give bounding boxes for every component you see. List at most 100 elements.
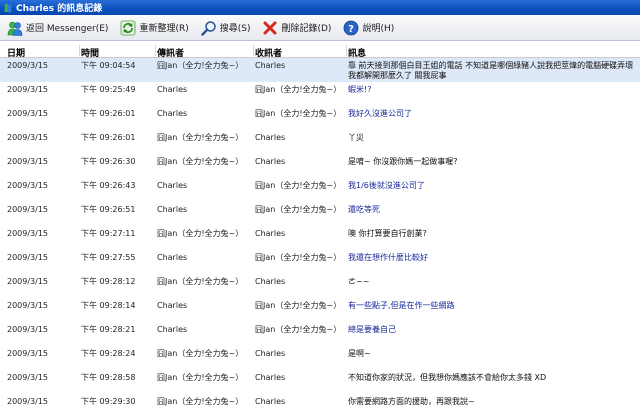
table-row[interactable]: 2009/3/15 下午 09:29:30 囧Jan（全力!全力兔~） Charles… — [0, 394, 640, 415]
cell-time: 下午 09:26:51 — [81, 205, 136, 214]
cell-date: 2009/3/15 — [7, 253, 49, 262]
delete-history-label: 刪除記錄(D) — [281, 24, 332, 34]
refresh-button[interactable]: 重新整理(R) — [117, 17, 191, 39]
cell-message: 我還在想作什麼比較好 — [348, 253, 428, 262]
back-to-messenger-button[interactable]: 返回 Messenger(E) — [4, 17, 111, 39]
cell-date: 2009/3/15 — [7, 397, 49, 406]
cell-date: 2009/3/15 — [7, 301, 49, 310]
cell-message: 是唷~ 你沒跟你媽一起做事喔? — [348, 157, 458, 166]
column-divider[interactable] — [346, 45, 347, 56]
cell-message: 有一些點子,但是在作一些網路 — [348, 301, 455, 310]
message-list[interactable]: 2009/3/15 下午 09:04:54 囧Jan（全力!全力兔~） Charles… — [0, 58, 640, 415]
cell-message: 是啊~ — [348, 349, 371, 358]
delete-history-button[interactable]: 刪除記錄(D) — [259, 17, 334, 39]
search-label: 搜尋(S) — [219, 24, 251, 34]
cell-date: 2009/3/15 — [7, 109, 49, 118]
cell-date: 2009/3/15 — [7, 229, 49, 238]
column-divider[interactable] — [253, 45, 254, 56]
magnifier-icon — [201, 20, 216, 36]
column-divider[interactable] — [79, 45, 80, 56]
cell-recipient: 囧Jan（全力!全力兔~） — [255, 253, 342, 262]
cell-recipient: Charles — [255, 229, 286, 238]
table-row[interactable]: 2009/3/15 下午 09:26:01 Charles 囧Jan（全力!全力兔~）… — [0, 106, 640, 130]
cell-date: 2009/3/15 — [7, 61, 49, 70]
cell-time: 下午 09:28:58 — [81, 373, 136, 382]
cell-message: 總是要養自己 — [348, 325, 396, 334]
cell-message: 你需要網路方面的援助，再跟我說~ — [348, 397, 475, 406]
app-icon — [4, 3, 12, 12]
cell-sender: Charles — [157, 253, 188, 262]
cell-time: 下午 09:28:24 — [81, 349, 136, 358]
cell-sender: 囧Jan（全力!全力兔~） — [157, 157, 244, 166]
cell-recipient: Charles — [255, 61, 286, 70]
cell-message: 噢 你打算要自行創業? — [348, 229, 427, 238]
table-row[interactable]: 2009/3/15 下午 09:27:11 囧Jan（全力!全力兔~） Charles… — [0, 226, 640, 250]
title-bar: Charles 的訊息記錄 — [0, 0, 640, 15]
cell-sender: 囧Jan（全力!全力兔~） — [157, 229, 244, 238]
table-row[interactable]: 2009/3/15 下午 09:26:43 Charles 囧Jan（全力!全力兔~）… — [0, 178, 640, 202]
cell-date: 2009/3/15 — [7, 85, 49, 94]
cell-message: 蝦米!? — [348, 85, 372, 94]
search-button[interactable]: 搜尋(S) — [198, 17, 254, 39]
table-row[interactable]: 2009/3/15 下午 09:27:55 Charles 囧Jan（全力!全力兔~）… — [0, 250, 640, 274]
table-row[interactable]: 2009/3/15 下午 09:26:01 囧Jan（全力!全力兔~） Charles… — [0, 130, 640, 154]
table-row[interactable]: 2009/3/15 下午 09:26:30 囧Jan（全力!全力兔~） Charles… — [0, 154, 640, 178]
cell-sender: Charles — [157, 301, 188, 310]
refresh-label: 重新整理(R) — [139, 24, 189, 34]
help-label: 說明(H) — [362, 24, 395, 34]
refresh-icon — [121, 20, 136, 35]
cell-recipient: 囧Jan（全力!全力兔~） — [255, 301, 342, 310]
cell-date: 2009/3/15 — [7, 157, 49, 166]
cell-sender: Charles — [157, 85, 188, 94]
table-row[interactable]: 2009/3/15 下午 09:28:14 Charles 囧Jan（全力!全力兔~）… — [0, 298, 640, 322]
table-row[interactable]: 2009/3/15 下午 09:28:58 囧Jan（全力!全力兔~） Charles… — [0, 370, 640, 394]
cell-sender: 囧Jan（全力!全力兔~） — [157, 61, 244, 70]
cell-time: 下午 09:29:30 — [81, 397, 136, 406]
cell-time: 下午 09:26:30 — [81, 157, 136, 166]
table-row[interactable]: 2009/3/15 下午 09:25:49 Charles 囧Jan（全力!全力兔~）… — [0, 82, 640, 106]
cell-recipient: Charles — [255, 157, 286, 166]
cell-date: 2009/3/15 — [7, 349, 49, 358]
cell-date: 2009/3/15 — [7, 373, 49, 382]
cell-recipient: 囧Jan（全力!全力兔~） — [255, 205, 342, 214]
cell-message: 我1/6後就沒進公司了 — [348, 181, 425, 190]
delete-x-icon — [263, 21, 277, 34]
cell-recipient: 囧Jan（全力!全力兔~） — [255, 85, 342, 94]
cell-time: 下午 09:28:12 — [81, 277, 136, 286]
help-icon: ? — [344, 20, 359, 35]
table-row[interactable]: 2009/3/15 下午 09:04:54 囧Jan（全力!全力兔~） Charles… — [0, 58, 640, 82]
table-row[interactable]: 2009/3/15 下午 09:28:12 囧Jan（全力!全力兔~） Charles… — [0, 274, 640, 298]
table-row[interactable]: 2009/3/15 下午 09:28:21 Charles 囧Jan（全力!全力兔~）… — [0, 322, 640, 346]
cell-time: 下午 09:25:49 — [81, 85, 136, 94]
cell-time: 下午 09:27:11 — [81, 229, 136, 238]
cell-date: 2009/3/15 — [7, 325, 49, 334]
column-header-row: 日期 時間 傳訊者 收訊者 訊息 — [0, 43, 640, 59]
cell-sender: Charles — [157, 181, 188, 190]
cell-time: 下午 09:28:14 — [81, 301, 136, 310]
cell-sender: Charles — [157, 205, 188, 214]
cell-recipient: 囧Jan（全力!全力兔~） — [255, 109, 342, 118]
cell-recipient: Charles — [255, 373, 286, 382]
cell-time: 下午 09:26:01 — [81, 109, 136, 118]
cell-sender: 囧Jan（全力!全力兔~） — [157, 373, 244, 382]
cell-sender: Charles — [157, 109, 188, 118]
table-row[interactable]: 2009/3/15 下午 09:26:51 Charles 囧Jan（全力!全力兔~）… — [0, 202, 640, 226]
cell-message: 靠 前天接到那個白目王姐的電話 不知道是哪個綠豬人說我把莖煒的電腦硬碟弄壞 我都… — [348, 61, 634, 80]
cell-sender: 囧Jan（全力!全力兔~） — [157, 397, 244, 406]
cell-recipient: Charles — [255, 349, 286, 358]
cell-recipient: 囧Jan（全力!全力兔~） — [255, 181, 342, 190]
cell-recipient: Charles — [255, 277, 286, 286]
cell-time: 下午 09:26:01 — [81, 133, 136, 142]
cell-sender: 囧Jan（全力!全力兔~） — [157, 349, 244, 358]
back-to-messenger-label: 返回 Messenger(E) — [26, 24, 109, 34]
table-row[interactable]: 2009/3/15 下午 09:28:24 囧Jan（全力!全力兔~） Charles… — [0, 346, 640, 370]
cell-date: 2009/3/15 — [7, 205, 49, 214]
cell-message: 我好久沒進公司了 — [348, 109, 412, 118]
column-divider[interactable] — [155, 45, 156, 56]
cell-date: 2009/3/15 — [7, 181, 49, 190]
cell-date: 2009/3/15 — [7, 133, 49, 142]
cell-sender: 囧Jan（全力!全力兔~） — [157, 133, 244, 142]
help-button[interactable]: ? 說明(H) — [340, 17, 397, 39]
toolbar: 返回 Messenger(E) 重新整理(R) 搜尋(S) 刪除記錄(D) ? … — [0, 15, 640, 41]
cell-recipient: Charles — [255, 397, 286, 406]
